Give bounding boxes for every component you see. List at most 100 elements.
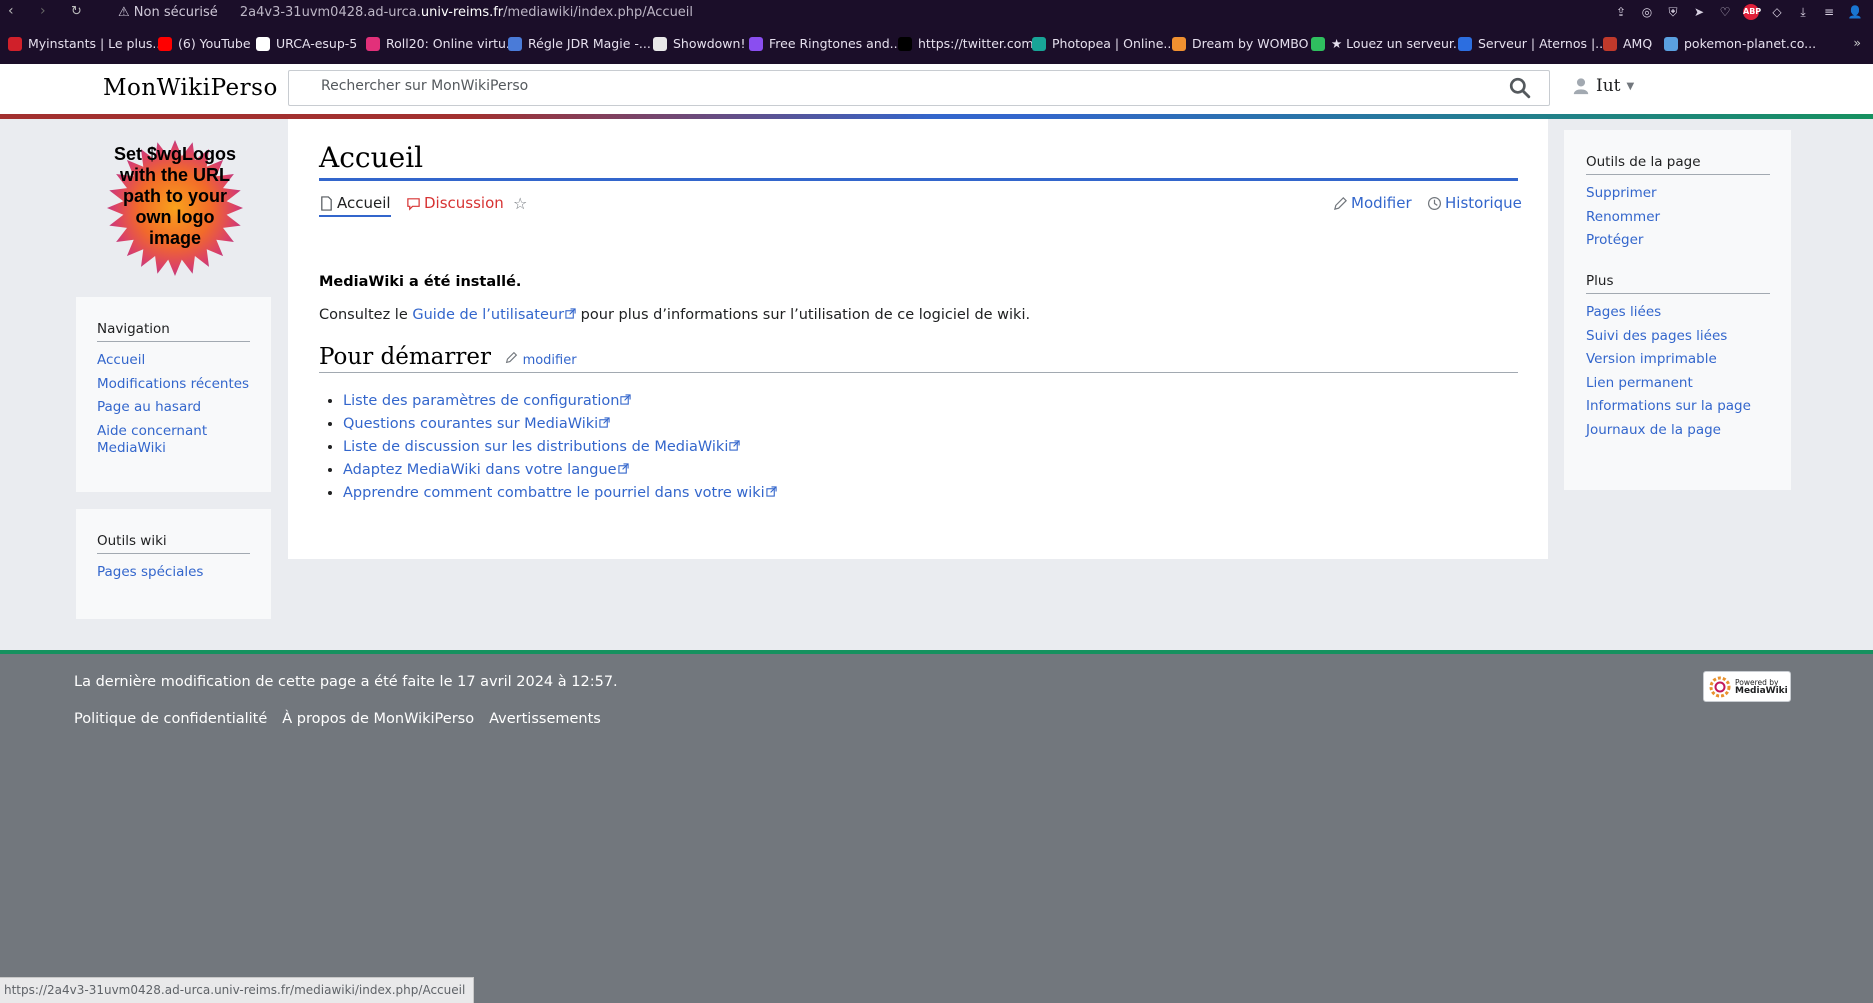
bookmarks-more[interactable]: » [1853,35,1861,50]
nav-item-accueil[interactable]: Accueil [97,352,145,368]
bookmark-label: (6) YouTube [178,36,251,51]
bookmark-label: ★ Louez un serveur... [1331,36,1465,51]
menu-icon[interactable]: ≡ [1821,4,1837,20]
bookmark-item[interactable]: https://twitter.com [898,36,1034,51]
tool-delete[interactable]: Supprimer [1586,185,1657,201]
tab-history[interactable]: Historique [1427,194,1522,212]
tools-item-special-pages[interactable]: Pages spéciales [97,564,203,580]
send-icon[interactable]: ➤ [1691,4,1707,20]
heart-icon[interactable]: ♡ [1717,4,1733,20]
bookmark-item[interactable]: Serveur | Aternos |... [1458,36,1607,51]
bookmark-label: Régle JDR Magie -... [528,36,651,51]
more-page-logs[interactable]: Journaux de la page [1586,422,1721,438]
share-icon[interactable]: ⇪ [1613,4,1629,20]
powered-by-mediawiki-badge[interactable]: Powered by MediaWiki [1703,671,1791,702]
nav-item-help[interactable]: Aide concernant MediaWiki [97,423,207,456]
bookmark-item[interactable]: URCA-esup-5 [256,36,357,51]
section-heading: Pour démarrer modifier [319,344,1518,373]
logo-text: Set $wgLogos with the URL path to your o… [113,144,236,248]
bookmark-item[interactable]: AMQ [1603,36,1652,51]
wiki-header: MonWikiPerso Iut ▼ [0,64,1873,114]
page-icon [321,195,332,211]
tool-rename[interactable]: Renommer [1586,209,1660,225]
address-bar[interactable]: ⚠ Non sécurisé 2a4v3-31uvm0428.ad-urca.u… [118,5,693,20]
security-label: Non sécurisé [133,5,218,20]
site-wordmark[interactable]: MonWikiPerso [103,75,278,101]
external-link-icon [766,486,777,497]
wiki-footer: La dernière modification de cette page a… [0,654,1873,1002]
bookmark-favicon-icon [8,36,22,51]
config-settings-link[interactable]: Liste des paramètres de configuration [343,393,632,409]
search-box[interactable] [288,70,1550,106]
bookmark-label: Myinstants | Le plus... [28,36,165,51]
wiki-tools-portlet: Outils wiki Pages spéciales [76,509,271,619]
url-text: 2a4v3-31uvm0428.ad-urca.univ-reims.fr/me… [239,5,694,20]
nav-item-random-page[interactable]: Page au hasard [97,399,201,415]
status-bar-url: https://2a4v3-31uvm0428.ad-urca.univ-rei… [0,977,475,1003]
bookmark-item[interactable]: (6) YouTube [158,36,251,51]
bookmark-item[interactable]: pokemon-planet.co... [1664,36,1816,51]
bookmark-item[interactable]: Photopea | Online... [1032,36,1175,51]
speech-bubble-icon [407,197,420,211]
more-page-info[interactable]: Informations sur la page [1586,398,1751,414]
tab-page[interactable]: Accueil [319,194,391,217]
tab-edit[interactable]: Modifier [1333,194,1412,212]
bookmark-favicon-icon [366,36,380,51]
download-icon[interactable]: ⤓ [1795,4,1811,20]
reload-icon[interactable]: ↻ [71,4,82,19]
site-logo[interactable]: Set $wgLogos with the URL path to your o… [105,138,245,278]
section-title: Pour démarrer [319,344,491,370]
cube-icon[interactable]: ◇ [1769,4,1785,20]
forward-icon[interactable]: › [40,3,46,19]
bookmark-item[interactable]: Régle JDR Magie -... [508,36,651,51]
footer-links: Politique de confidentialité À propos de… [74,711,601,727]
tab-discussion[interactable]: Discussion [406,194,504,212]
warning-icon: ⚠ [118,5,130,20]
privacy-link[interactable]: Politique de confidentialité [74,711,267,727]
bookmark-item[interactable]: Free Ringtones and... [749,36,902,51]
mediawiki-flower-icon [1709,676,1731,697]
faq-link[interactable]: Questions courantes sur MediaWiki [343,416,610,432]
localise-link[interactable]: Adaptez MediaWiki dans votre langue [343,462,629,478]
username: Iut [1596,76,1621,96]
bookmark-favicon-icon [158,36,172,51]
back-icon[interactable]: ‹ [8,3,14,19]
pencil-icon [506,351,518,364]
more-what-links-here[interactable]: Pages liées [1586,304,1661,320]
watch-star-icon[interactable]: ☆ [513,194,527,213]
mailing-list-link[interactable]: Liste de discussion sur les distribution… [343,439,740,455]
bookmark-favicon-icon [1311,36,1325,51]
bookmark-item[interactable]: Myinstants | Le plus... [8,36,164,51]
more-permanent-link[interactable]: Lien permanent [1586,375,1693,391]
bookmark-item[interactable]: Showdown! [653,36,745,51]
getting-started-list: Liste des paramètres de configuration Qu… [343,392,777,507]
external-link-icon [565,308,576,319]
last-modified: La dernière modification de cette page a… [74,674,618,690]
browser-toolbar: ‹ › ↻ ⚠ Non sécurisé 2a4v3-31uvm0428.ad-… [0,0,1873,26]
clock-icon [1427,196,1442,210]
navigation-heading: Navigation [97,321,250,342]
bookmark-item[interactable]: Dream by WOMBO [1172,36,1308,51]
bookmark-favicon-icon [1172,36,1186,51]
navigation-portlet: Navigation Accueil Modifications récente… [76,297,271,492]
more-printable-version[interactable]: Version imprimable [1586,351,1717,367]
adblock-icon[interactable]: ABP [1743,4,1761,20]
tool-protect[interactable]: Protéger [1586,232,1643,248]
profile-icon[interactable]: 👤 [1847,4,1863,20]
more-related-changes[interactable]: Suivi des pages liées [1586,328,1727,344]
combat-spam-link[interactable]: Apprendre comment combattre le pourriel … [343,485,777,501]
bookmark-item[interactable]: Roll20: Online virtu... [366,36,518,51]
user-menu[interactable]: Iut ▼ [1572,76,1634,96]
search-icon[interactable] [1509,77,1531,99]
bookmark-label: Free Ringtones and... [769,36,902,51]
bookmark-item[interactable]: ★ Louez un serveur... [1311,36,1465,51]
search-input[interactable] [319,77,1473,95]
shield-icon[interactable]: ⛨ [1665,4,1681,20]
disclaimers-link[interactable]: Avertissements [489,711,601,727]
about-link[interactable]: À propos de MonWikiPerso [282,711,474,727]
section-edit-link[interactable]: modifier [505,351,577,368]
bookmark-label: Serveur | Aternos |... [1478,36,1608,51]
user-guide-link[interactable]: Guide de l’utilisateur [412,307,576,323]
nav-item-recent-changes[interactable]: Modifications récentes [97,376,249,392]
camera-icon[interactable]: ◎ [1639,4,1655,20]
